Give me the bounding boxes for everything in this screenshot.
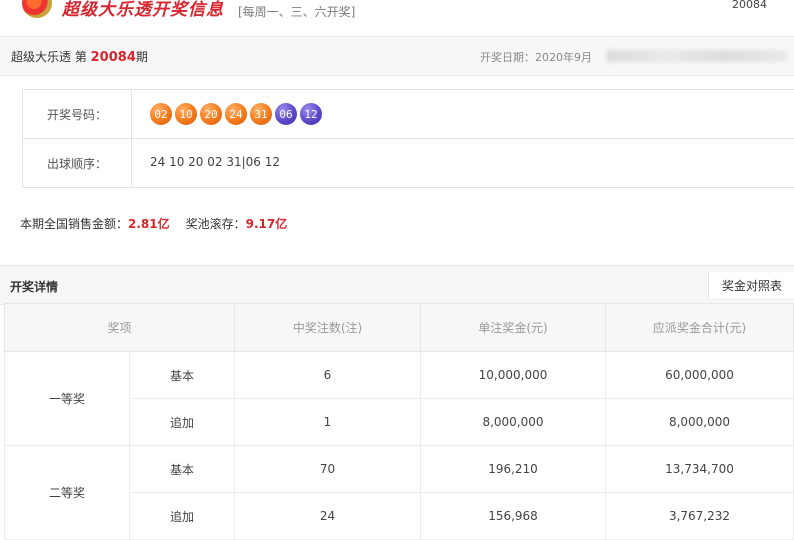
issue-number: 20084	[90, 50, 136, 65]
draw-order-label: 出球顺序：	[23, 139, 132, 187]
bet-type: 追加	[129, 492, 235, 540]
table-row: 一等奖 基本 6 10,000,000 60,000,000	[4, 351, 794, 446]
blue-ball: 06	[275, 103, 297, 125]
col-count: 中奖注数(注)	[234, 303, 421, 352]
unit-prize: 8,000,000	[420, 398, 606, 446]
total-prize: 60,000,000	[605, 351, 794, 399]
lottery-logo	[22, 0, 52, 18]
red-ball: 10	[175, 103, 197, 125]
win-count: 24	[234, 492, 421, 540]
site-header: 超级大乐透开奖信息 [每周一、三、六开奖] 20084	[0, 0, 794, 36]
red-ball: 20	[200, 103, 222, 125]
redacted-date	[606, 50, 788, 62]
total-prize: 3,767,232	[605, 492, 794, 540]
page-title: 超级大乐透开奖信息	[62, 0, 224, 20]
pool-label: 奖池滚存：	[185, 217, 246, 231]
draw-info-bar: 超级大乐透 第 20084期 开奖日期：2020年9月	[0, 36, 794, 76]
draw-title-suffix: 期	[135, 50, 148, 64]
draw-schedule: [每周一、三、六开奖]	[238, 5, 356, 19]
col-unit-prize: 单注奖金(元)	[420, 303, 606, 352]
draw-order-row: 出球顺序： 24 10 20 02 31|06 12	[23, 139, 794, 187]
ball-list: 02 10 20 24 31 06 12	[150, 103, 322, 125]
winning-numbers-row: 开奖号码： 02 10 20 24 31 06 12	[23, 90, 794, 139]
total-prize: 13,734,700	[605, 445, 794, 493]
unit-prize: 196,210	[420, 445, 606, 493]
prize-name: 二等奖	[4, 445, 130, 540]
sales-value: 2.81亿	[128, 217, 170, 231]
draw-title: 超级大乐透 第 20084期	[11, 48, 148, 65]
details-header: 开奖详情 奖金对照表	[0, 265, 794, 305]
red-ball: 24	[225, 103, 247, 125]
blue-ball: 12	[300, 103, 322, 125]
draw-order-value: 24 10 20 02 31|06 12	[150, 155, 281, 169]
pool-value: 9.17亿	[245, 217, 288, 231]
col-prize: 奖项	[4, 303, 235, 352]
red-ball: 02	[150, 103, 172, 125]
table-row: 二等奖 基本 70 196,210 13,734,700	[4, 445, 794, 540]
result-panel: 开奖号码： 02 10 20 24 31 06 12 出球顺序： 24 10 20 02 3…	[22, 89, 794, 188]
bet-type: 追加	[129, 398, 235, 446]
red-ball: 31	[250, 103, 272, 125]
win-count: 70	[234, 445, 421, 493]
details-title: 开奖详情	[10, 280, 59, 294]
table-header-row: 奖项 中奖注数(注) 单注奖金(元) 应派奖金合计(元)	[4, 303, 794, 352]
sales-summary: 本期全国销售金额：2.81亿 奖池滚存：9.17亿	[20, 215, 287, 232]
prize-name: 一等奖	[4, 351, 130, 446]
draw-date: 开奖日期：2020年9月	[480, 51, 592, 64]
total-prize: 8,000,000	[605, 398, 794, 446]
bet-type: 基本	[129, 445, 235, 493]
bet-type: 基本	[129, 351, 235, 399]
issue-selector[interactable]: 20084	[732, 0, 767, 11]
col-total: 应派奖金合计(元)	[605, 303, 794, 352]
prize-table: 奖项 中奖注数(注) 单注奖金(元) 应派奖金合计(元) 一等奖 基本 6 10…	[4, 303, 794, 540]
unit-prize: 156,968	[420, 492, 606, 540]
sales-label: 本期全国销售金额：	[20, 217, 129, 231]
winning-numbers-label: 开奖号码：	[23, 90, 132, 138]
prize-table-button[interactable]: 奖金对照表	[708, 272, 794, 298]
unit-prize: 10,000,000	[420, 351, 606, 399]
win-count: 1	[234, 398, 421, 446]
draw-title-prefix: 超级大乐透 第	[11, 50, 91, 64]
win-count: 6	[234, 351, 421, 399]
